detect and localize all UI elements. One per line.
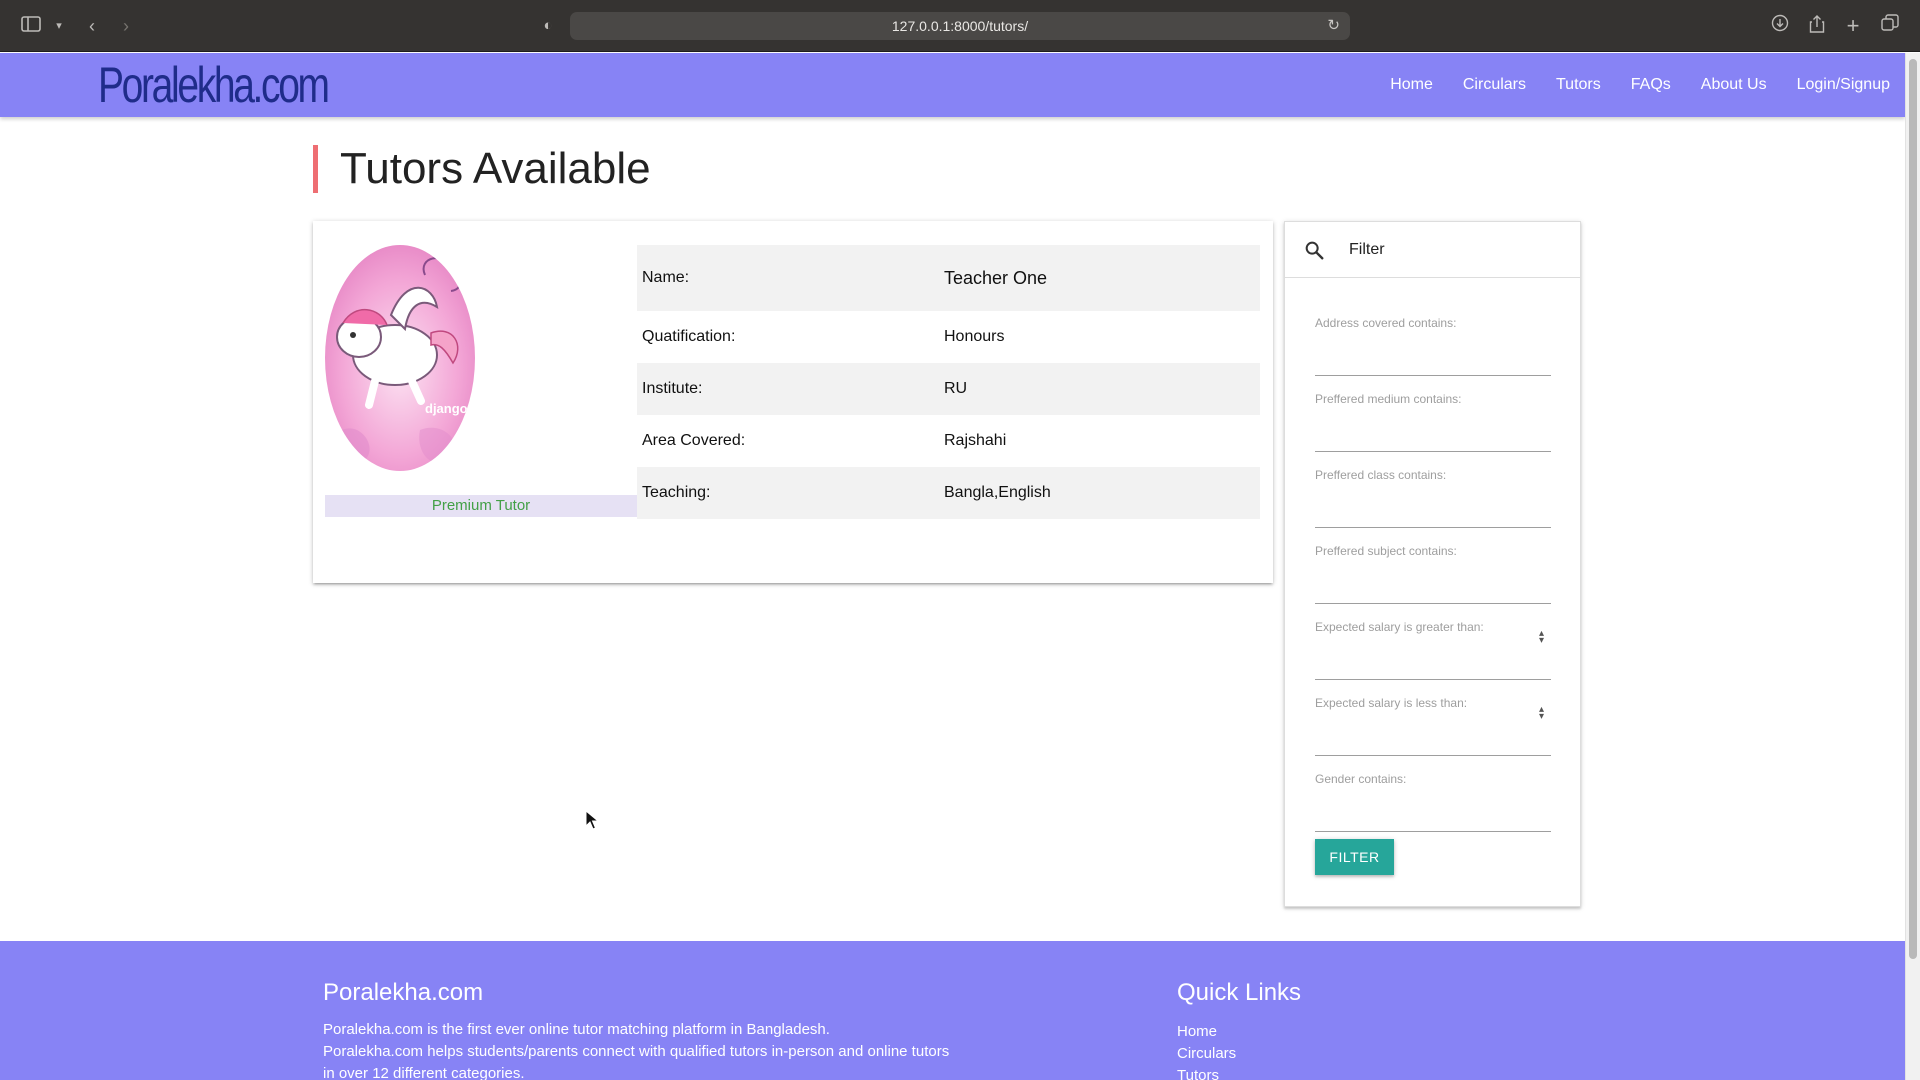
django-pony-image: django bbox=[325, 245, 475, 471]
nav-links: Home Circulars Tutors FAQs About Us Logi… bbox=[1360, 53, 1890, 117]
footer-brand: Poralekha.com bbox=[323, 979, 484, 1006]
mouse-cursor-icon bbox=[585, 810, 599, 830]
institute-label: Institute: bbox=[642, 380, 703, 397]
address-covered-field: Address covered contains: bbox=[1315, 278, 1551, 376]
search-icon bbox=[1305, 241, 1324, 259]
nav-about-link[interactable]: About Us bbox=[1701, 76, 1767, 94]
institute-value: RU bbox=[944, 380, 968, 397]
gender-label: Gender contains: bbox=[1315, 772, 1407, 786]
nav-tutors-link[interactable]: Tutors bbox=[1556, 76, 1601, 94]
name-label: Name: bbox=[642, 269, 690, 286]
sidebar-toggle-icon[interactable] bbox=[20, 14, 42, 38]
forward-icon[interactable]: › bbox=[116, 14, 136, 38]
browser-toolbar: ▾ ‹ › ◐ 127.0.0.1:8000/tutors/ ↻ + bbox=[0, 0, 1920, 52]
filter-header[interactable]: Filter bbox=[1285, 222, 1580, 278]
tab-overview-icon[interactable] bbox=[1880, 14, 1900, 38]
preferred-class-label: Preffered class contains: bbox=[1315, 468, 1447, 482]
preferred-class-field: Preffered class contains: bbox=[1315, 430, 1551, 528]
quick-links-list: Home Circulars Tutors bbox=[1177, 1021, 1236, 1080]
back-icon[interactable]: ‹ bbox=[82, 14, 102, 38]
share-icon[interactable] bbox=[1807, 14, 1827, 38]
page-title: Tutors Available bbox=[313, 145, 651, 193]
filter-title: Filter bbox=[1349, 240, 1385, 258]
salary-less-field: Expected salary is less than: ▴ ▾ bbox=[1315, 658, 1551, 756]
number-stepper-icon[interactable]: ▴ ▾ bbox=[1539, 705, 1544, 722]
quick-link-tutors[interactable]: Tutors bbox=[1177, 1065, 1236, 1080]
area-covered-value: Rajshahi bbox=[944, 432, 1007, 449]
salary-greater-field: Expected salary is greater than: ▴ ▾ bbox=[1315, 582, 1551, 680]
avatar-django-text: django bbox=[425, 401, 468, 416]
address-bar[interactable]: 127.0.0.1:8000/tutors/ ↻ bbox=[570, 12, 1350, 40]
salary-less-label: Expected salary is less than: bbox=[1315, 696, 1468, 710]
url-text: 127.0.0.1:8000/tutors/ bbox=[891, 18, 1029, 34]
table-row: Institute: RU bbox=[637, 363, 1260, 415]
table-row: Quatification: Honours bbox=[637, 311, 1260, 363]
teaching-label: Teaching: bbox=[642, 484, 711, 501]
quick-links-title: Quick Links bbox=[1177, 979, 1302, 1006]
teaching-value: Bangla,English bbox=[944, 484, 1051, 501]
premium-tutor-badge: Premium Tutor bbox=[325, 495, 637, 517]
site-navbar: Poralekha.com Home Circulars Tutors FAQs… bbox=[0, 53, 1905, 117]
quick-link-home[interactable]: Home bbox=[1177, 1021, 1236, 1043]
gender-input[interactable] bbox=[1315, 802, 1551, 832]
privacy-shield-icon[interactable]: ◐ bbox=[538, 14, 558, 38]
filter-panel: Filter Address covered contains: Preffer… bbox=[1284, 221, 1581, 907]
footer-description: Poralekha.com is the first ever online t… bbox=[323, 1019, 963, 1080]
qualification-value: Honours bbox=[944, 328, 1005, 345]
filter-button[interactable]: FILTER bbox=[1315, 839, 1394, 875]
area-covered-label: Area Covered: bbox=[642, 432, 746, 449]
filter-fields: Address covered contains: Preffered medi… bbox=[1285, 278, 1580, 832]
footer-description-line: Poralekha.com is the first ever online t… bbox=[323, 1021, 830, 1038]
nav-faqs-link[interactable]: FAQs bbox=[1631, 76, 1671, 94]
preferred-medium-field: Preffered medium contains: bbox=[1315, 354, 1551, 452]
new-tab-icon[interactable]: + bbox=[1843, 14, 1863, 38]
table-row: Teaching: Bangla,English bbox=[637, 467, 1260, 519]
footer-description-line: Poralekha.com helps students/parents con… bbox=[323, 1043, 950, 1080]
gender-field: Gender contains: bbox=[1315, 734, 1551, 832]
quick-link-circulars[interactable]: Circulars bbox=[1177, 1043, 1236, 1065]
preferred-subject-label: Preffered subject contains: bbox=[1315, 544, 1457, 558]
tutor-avatar: django bbox=[325, 245, 475, 471]
nav-home-link[interactable]: Home bbox=[1390, 76, 1433, 94]
chevron-down-icon[interactable]: ▾ bbox=[52, 14, 66, 38]
scrollbar-thumb[interactable] bbox=[1909, 59, 1917, 959]
site-logo[interactable]: Poralekha.com bbox=[98, 55, 330, 115]
reload-icon[interactable]: ↻ bbox=[1327, 12, 1340, 40]
tutor-info-table: Name: Teacher One Quatification: Honours… bbox=[637, 245, 1260, 519]
table-row: Name: Teacher One bbox=[637, 245, 1260, 311]
address-covered-label: Address covered contains: bbox=[1315, 316, 1457, 330]
number-stepper-icon[interactable]: ▴ ▾ bbox=[1539, 629, 1544, 646]
table-row: Area Covered: Rajshahi bbox=[637, 415, 1260, 467]
salary-greater-label: Expected salary is greater than: bbox=[1315, 620, 1484, 634]
nav-circulars-link[interactable]: Circulars bbox=[1463, 76, 1526, 94]
preferred-medium-label: Preffered medium contains: bbox=[1315, 392, 1462, 406]
download-icon[interactable] bbox=[1770, 14, 1790, 38]
nav-login-signup-link[interactable]: Login/Signup bbox=[1797, 76, 1890, 94]
qualification-label: Quatification: bbox=[642, 328, 736, 345]
name-value: Teacher One bbox=[944, 267, 1048, 288]
page-scrollbar[interactable] bbox=[1905, 53, 1920, 1080]
preferred-subject-field: Preffered subject contains: bbox=[1315, 506, 1551, 604]
site-footer: Poralekha.com Poralekha.com is the first… bbox=[0, 941, 1905, 1080]
tutor-card: django Premium Tutor Name: Teacher One Q… bbox=[313, 221, 1273, 583]
